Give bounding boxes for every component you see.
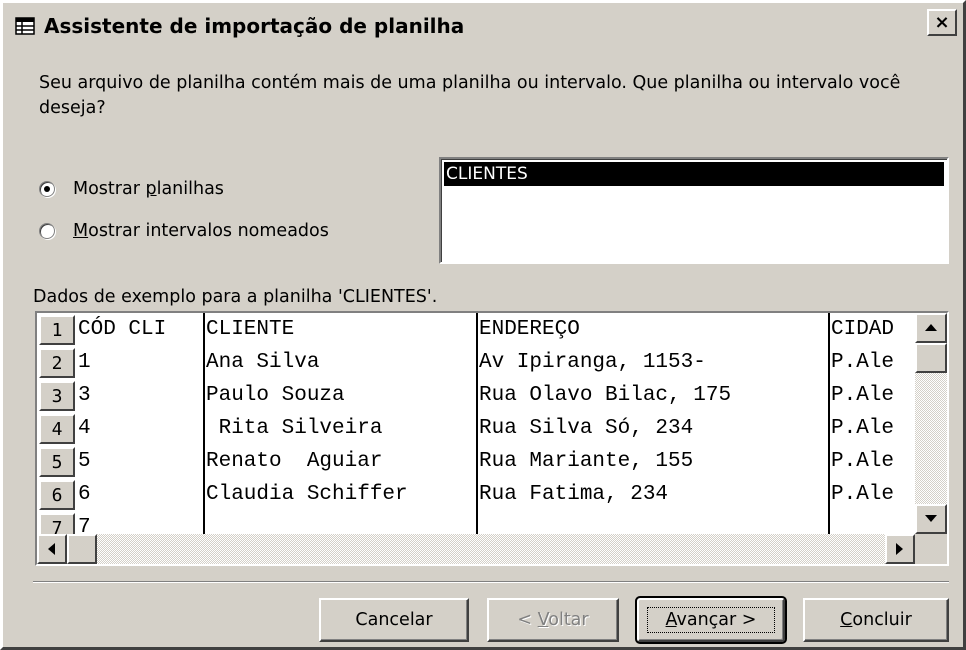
table-row: 44 Rita Silveira Rua Silva Só, 234 P.Ale: [37, 412, 913, 445]
table-cell: [205, 511, 476, 534]
title-bar[interactable]: Assistente de importação de planilha: [6, 6, 960, 46]
grid-body: 1 CÓD CLI CLIENTE ENDEREÇO CIDAD 2 1 Ana Silva A…: [37, 313, 913, 534]
table-row: 1 CÓD CLI CLIENTE ENDEREÇO CIDAD: [37, 313, 913, 346]
table-cell: Rua Mariante, 155: [479, 450, 694, 473]
show-sheets-label: Mostrar planilhas: [73, 179, 224, 199]
scroll-up-button[interactable]: [915, 313, 947, 343]
table-cell: Rita Silveira: [206, 417, 383, 440]
table-cell: 5: [78, 450, 91, 473]
table-cell: P.Ale: [831, 450, 895, 473]
back-button-label: < Voltar: [517, 610, 589, 630]
table-cell: Av Ipiranga, 1153-: [479, 351, 706, 374]
sheet-list-item[interactable]: CLIENTES: [444, 162, 944, 186]
table-row: 77: [37, 511, 913, 534]
row-number: 2: [39, 348, 75, 378]
arrow-left-icon: [48, 543, 55, 555]
row-number: 3: [39, 381, 75, 411]
table-cell: Rua Fatima, 234: [479, 483, 669, 506]
table-cell: Rua Silva Só, 234: [479, 417, 694, 440]
vertical-scrollbar[interactable]: [915, 313, 947, 534]
table-row: 3 3 Paulo Souza Rua Olavo Bilac, 175 P.Ale: [37, 379, 913, 412]
sample-data-label: Dados de exemplo para a planilha 'CLIENT…: [33, 287, 438, 307]
row-number: 1: [39, 315, 75, 345]
scrollbar-corner: [915, 534, 947, 564]
table-cell: 6: [78, 483, 91, 506]
row-number: 4: [39, 414, 75, 444]
table-cell: Rua Olavo Bilac, 175: [479, 384, 732, 407]
table-cell: P.Ale: [831, 417, 895, 440]
sheet-listbox[interactable]: CLIENTES: [439, 157, 949, 264]
row-number: 5: [39, 447, 75, 477]
arrow-up-icon: [925, 324, 937, 331]
column-header-cell: CIDAD: [831, 318, 895, 341]
table-cell: [830, 511, 910, 534]
finish-button[interactable]: Concluir: [803, 598, 949, 642]
table-cell: 7: [78, 516, 91, 534]
scroll-right-button[interactable]: [885, 534, 915, 564]
table-row: 5 5 Renato Aguiar Rua Mariante, 155 P.Ale: [37, 445, 913, 478]
row-number: 7: [39, 513, 75, 534]
show-ranges-label: Mostrar intervalos nomeados: [73, 221, 329, 241]
table-row: 6 6 Claudia Schiffer Rua Fatima, 234 P.Ale: [37, 478, 913, 511]
horizontal-scroll-thumb[interactable]: [67, 534, 97, 564]
table-cell: P.Ale: [831, 483, 895, 506]
vertical-scroll-thumb[interactable]: [915, 343, 947, 373]
scroll-left-button[interactable]: [37, 534, 67, 564]
question-text: Seu arquivo de planilha contém mais de u…: [39, 73, 901, 118]
table-cell: Renato Aguiar: [206, 450, 383, 473]
arrow-down-icon: [925, 515, 937, 522]
table-cell: 3: [78, 384, 91, 407]
table-cell: Ana Silva: [206, 351, 320, 374]
separator: [33, 581, 949, 583]
show-sheets-option[interactable]: Mostrar planilhas: [39, 179, 224, 199]
table-cell: P.Ale: [831, 384, 895, 407]
table-cell: P.Ale: [831, 351, 895, 374]
table-cell: Paulo Souza: [206, 384, 345, 407]
arrow-right-icon: [896, 543, 903, 555]
column-header-cell: ENDEREÇO: [479, 318, 580, 341]
column-header-cell: CÓD CLI: [78, 318, 167, 341]
table-cell: [478, 511, 828, 534]
close-icon: ×: [934, 12, 950, 33]
row-number: 6: [39, 480, 75, 510]
scroll-down-button[interactable]: [915, 504, 947, 534]
column-divider: [476, 313, 478, 534]
close-button[interactable]: ×: [927, 9, 957, 36]
cancel-button[interactable]: Cancelar: [319, 598, 469, 642]
table-icon: [14, 16, 36, 36]
column-divider: [828, 313, 830, 534]
next-button[interactable]: Avançar >: [635, 596, 787, 644]
back-button[interactable]: < Voltar: [487, 598, 619, 642]
cancel-button-label: Cancelar: [355, 610, 433, 630]
show-ranges-option[interactable]: Mostrar intervalos nomeados: [39, 221, 329, 241]
import-wizard-dialog: Assistente de importação de planilha × S…: [0, 0, 966, 650]
column-header-cell: CLIENTE: [206, 318, 295, 341]
horizontal-scrollbar[interactable]: [37, 534, 915, 564]
sample-data-grid[interactable]: 1 CÓD CLI CLIENTE ENDEREÇO CIDAD 2 1 Ana Silva A…: [35, 311, 949, 566]
table-cell: 1: [78, 351, 91, 374]
focus-rectangle: [647, 607, 775, 633]
window-title: Assistente de importação de planilha: [44, 14, 465, 38]
show-sheets-radio[interactable]: [39, 181, 55, 197]
table-row: 2 1 Ana Silva Av Ipiranga, 1153- P.Ale: [37, 346, 913, 379]
column-divider: [203, 313, 205, 534]
table-cell: Claudia Schiffer: [206, 483, 408, 506]
show-ranges-radio[interactable]: [39, 223, 55, 239]
finish-button-label: Concluir: [840, 610, 912, 630]
table-cell: 4: [78, 417, 91, 440]
